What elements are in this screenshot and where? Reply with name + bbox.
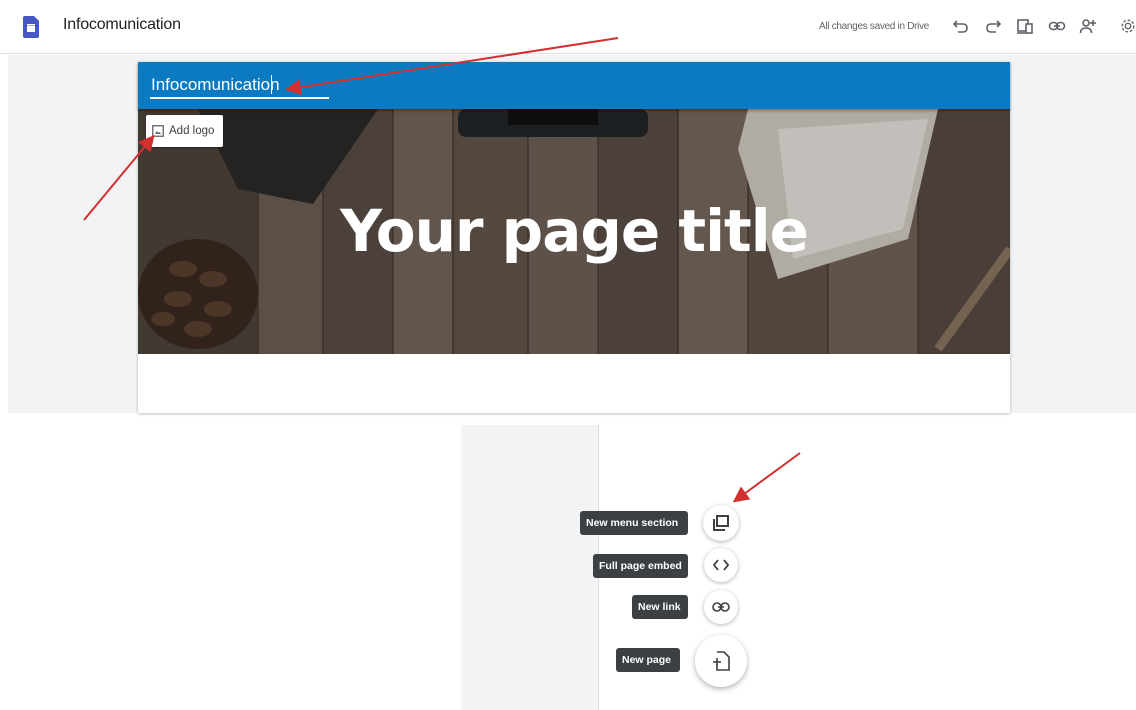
new-link-button[interactable]	[704, 590, 738, 624]
document-title[interactable]: Infocomunication	[63, 16, 181, 34]
arrow-to-menu-section	[732, 452, 801, 503]
text-cursor	[271, 75, 272, 94]
preview-icon[interactable]	[1014, 15, 1036, 37]
new-menu-section-button[interactable]	[703, 505, 739, 541]
link-icon[interactable]	[1046, 15, 1068, 37]
site-page-canvas[interactable]: Infocomunication Your page title Add log…	[138, 62, 1010, 413]
new-page-button[interactable]	[695, 635, 747, 687]
share-icon[interactable]	[1077, 15, 1099, 37]
settings-icon[interactable]	[1120, 15, 1136, 37]
site-name-field[interactable]: Infocomunication	[151, 75, 280, 95]
top-bar: Infocomunication All changes saved in Dr…	[0, 0, 1136, 54]
google-sites-icon[interactable]	[23, 16, 39, 38]
add-logo-button[interactable]: Add logo	[146, 115, 223, 147]
menu-section-icon	[713, 515, 729, 531]
tooltip-full-page-embed: Full page embed	[593, 554, 688, 578]
site-name-underline	[150, 97, 329, 99]
tooltip-new-menu-section: New menu section	[580, 511, 688, 535]
embed-code-icon	[713, 559, 729, 571]
add-logo-label: Add logo	[169, 125, 215, 137]
full-page-embed-button[interactable]	[704, 548, 738, 582]
tooltip-new-link: New link	[632, 595, 688, 619]
undo-icon[interactable]	[950, 15, 972, 37]
page-title[interactable]: Your page title	[138, 197, 1010, 265]
save-status: All changes saved in Drive	[819, 21, 930, 32]
redo-icon[interactable]	[982, 15, 1004, 37]
site-header[interactable]: Infocomunication	[138, 62, 1010, 109]
new-page-icon	[713, 651, 730, 671]
image-icon	[152, 125, 164, 137]
insert-panel	[461, 425, 599, 710]
hero-banner[interactable]: Your page title	[138, 109, 1010, 354]
link-icon	[712, 602, 730, 612]
tooltip-new-page: New page	[616, 648, 680, 672]
